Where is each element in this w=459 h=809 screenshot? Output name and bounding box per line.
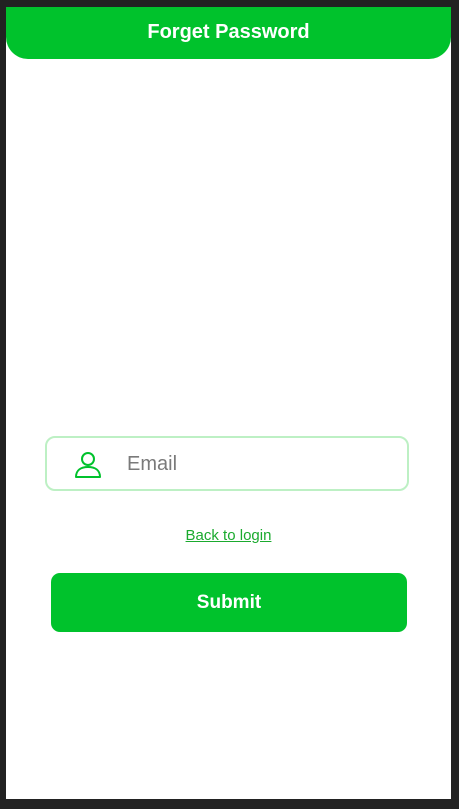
email-input[interactable]: [127, 446, 397, 482]
email-field-container[interactable]: [45, 436, 409, 491]
user-icon: [75, 452, 101, 478]
submit-button[interactable]: Submit: [51, 573, 407, 632]
header-bar: Forget Password: [6, 7, 451, 59]
app-screen: Forget Password Back to login Submit: [6, 7, 451, 799]
page-title: Forget Password: [147, 20, 310, 43]
back-to-login-link[interactable]: Back to login: [6, 527, 451, 544]
